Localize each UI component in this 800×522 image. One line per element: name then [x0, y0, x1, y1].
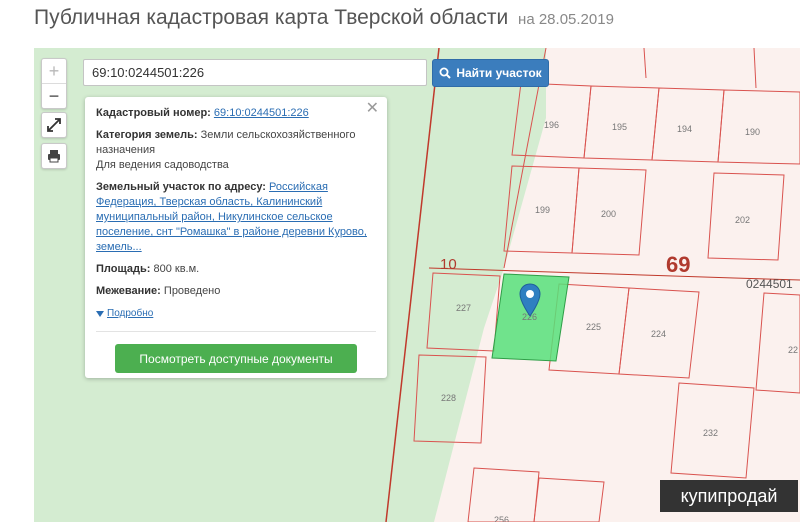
- parcel-label: 200: [601, 209, 617, 219]
- survey-row: Межевание: Проведено: [96, 284, 376, 299]
- area-value: 800 кв.м.: [153, 263, 200, 275]
- parcel-label: 190: [745, 127, 761, 137]
- use-value: Для ведения садоводства: [96, 159, 229, 171]
- print-button[interactable]: [42, 144, 66, 168]
- caret-down-icon: [96, 310, 104, 317]
- parcel-label: 228: [441, 393, 457, 403]
- zoom-in-button[interactable]: +: [42, 59, 66, 83]
- zoom-out-button[interactable]: −: [42, 83, 66, 108]
- quarter-label: 0244501: [746, 277, 793, 291]
- parcel-label: 199: [535, 205, 551, 215]
- close-icon[interactable]: ✕: [366, 101, 379, 117]
- watermark: купипродай: [660, 480, 798, 512]
- details-toggle[interactable]: Подробно: [96, 306, 376, 321]
- search-icon: [439, 67, 452, 79]
- parcel-22: [755, 292, 800, 394]
- find-parcel-button[interactable]: Найти участок: [432, 59, 549, 87]
- cadastral-number-link[interactable]: 69:10:0244501:226: [214, 107, 309, 119]
- page-title: Публичная кадастровая карта Тверской обл…: [34, 6, 614, 30]
- expand-icon: [47, 118, 61, 132]
- parcel-edge-2: [753, 48, 757, 89]
- parcel-label: 256: [494, 515, 510, 522]
- parcel-label: 232: [703, 428, 719, 438]
- area-row: Площадь: 800 кв.м.: [96, 262, 376, 277]
- parcel-label: 224: [651, 329, 667, 339]
- survey-value: Проведено: [163, 285, 221, 297]
- divider: [96, 331, 376, 332]
- category-row: Категория земель: Земли сельскохозяйстве…: [96, 128, 376, 173]
- address-label: Земельный участок по адресу:: [96, 181, 266, 193]
- fullscreen-control: [41, 112, 67, 138]
- map-pin-icon[interactable]: [519, 283, 541, 317]
- parcel-label: 195: [612, 122, 628, 132]
- parcel-label: 22: [788, 345, 799, 355]
- parcel-info-card: ✕ Кадастровый номер: 69:10:0244501:226 К…: [85, 97, 387, 378]
- parcel-label: 194: [677, 124, 693, 134]
- survey-label: Межевание:: [96, 285, 161, 297]
- parcel-label: 227: [456, 303, 472, 313]
- print-control: [41, 143, 67, 169]
- parcel-edge: [643, 48, 647, 79]
- view-documents-button[interactable]: Посмотреть доступные документы: [115, 344, 357, 373]
- parcel-bottom: [533, 477, 605, 522]
- category-label: Категория земель:: [96, 129, 198, 141]
- parcel-label: 196: [544, 120, 560, 130]
- region-label: 69: [666, 252, 691, 277]
- print-icon: [48, 150, 60, 163]
- title-text: Публичная кадастровая карта Тверской обл…: [34, 6, 509, 29]
- district-label: 10: [440, 256, 457, 273]
- cadastral-number-row: Кадастровый номер: 69:10:0244501:226: [96, 106, 376, 121]
- zoom-control: + −: [41, 58, 67, 109]
- details-label: Подробно: [107, 308, 154, 319]
- find-parcel-label: Найти участок: [456, 66, 542, 80]
- area-label: Площадь:: [96, 263, 151, 275]
- parcel-256: [467, 467, 540, 522]
- parcel-label: 202: [735, 215, 751, 225]
- cadastral-search-input[interactable]: [83, 59, 427, 86]
- title-date: на 28.05.2019: [518, 11, 614, 28]
- cadastral-number-label: Кадастровый номер:: [96, 107, 211, 119]
- fullscreen-button[interactable]: [42, 113, 66, 137]
- address-row: Земельный участок по адресу: Российская …: [96, 180, 376, 255]
- cadastral-map[interactable]: 69 10 0244501 196 195 194 190 199 200 20…: [34, 48, 800, 522]
- parcel-label: 225: [586, 322, 602, 332]
